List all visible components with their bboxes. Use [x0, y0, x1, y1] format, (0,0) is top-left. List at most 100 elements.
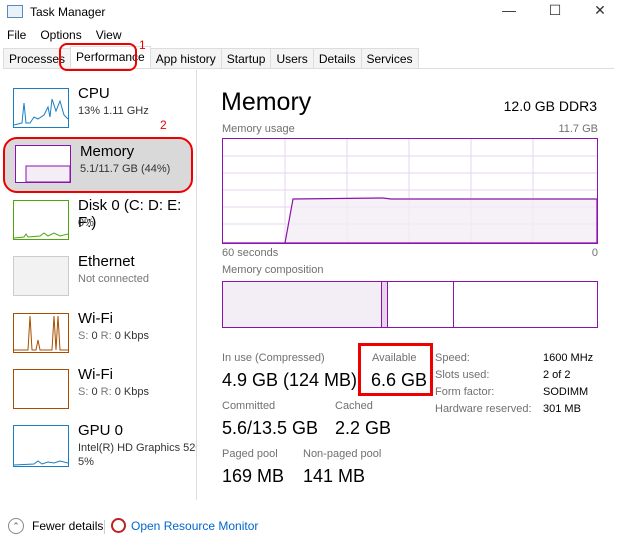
paged-pool-label: Paged pool: [222, 448, 278, 460]
resource-monitor-icon: [111, 518, 126, 533]
memory-thumbnail-graph: [15, 145, 71, 183]
disk-label: Disk 0 (C: D: E: F:): [78, 197, 182, 231]
gpu-label: GPU 0: [78, 422, 124, 439]
sidebar-item-wifi-1[interactable]: Wi-Fi S: 0 R: 0 Kbps: [0, 310, 196, 369]
wifi-thumbnail-graph: [13, 369, 69, 409]
ethernet-status: Not connected: [78, 273, 149, 285]
property-value: 1600 MHz: [543, 352, 594, 364]
property-key: Speed:: [435, 352, 470, 364]
menu-file[interactable]: File: [7, 28, 26, 42]
property-key: Form factor:: [435, 386, 495, 398]
in-use-label: In use (Compressed): [222, 352, 325, 364]
open-resource-monitor-label: Open Resource Monitor: [131, 518, 259, 533]
committed-label: Committed: [222, 400, 276, 412]
memory-value: 5.1/11.7 GB (44%): [80, 163, 171, 175]
tab-startup[interactable]: Startup: [220, 48, 272, 68]
close-button[interactable]: ✕: [585, 2, 615, 19]
composition-in-use: [223, 282, 382, 327]
tab-services[interactable]: Services: [360, 48, 419, 68]
cpu-value: 13% 1.11 GHz: [78, 105, 149, 117]
memory-spec: 12.0 GB DDR3: [503, 98, 597, 114]
available-value: 6.6 GB: [371, 370, 428, 390]
annotation-number-2: 2: [160, 118, 167, 132]
cpu-label: CPU: [78, 85, 110, 102]
property-row: Speed: 1600 MHz: [435, 352, 593, 369]
wifi-label: Wi-Fi: [78, 366, 113, 383]
memory-composition-bar: [222, 281, 598, 328]
ethernet-label: Ethernet: [78, 253, 135, 270]
fewer-details-button[interactable]: ⌃ Fewer details: [8, 518, 103, 534]
send-value: 0: [91, 386, 98, 398]
wifi-thumbnail-graph: [13, 313, 69, 353]
page-title: Memory: [221, 88, 312, 116]
receive-label: R:: [100, 386, 112, 398]
annotation-box-tab: [59, 43, 137, 71]
wifi-throughput: S: 0 R: 0 Kbps: [78, 330, 149, 342]
ethernet-thumbnail-graph: [13, 256, 69, 296]
footer-divider: [104, 520, 105, 534]
app-icon: [7, 5, 23, 18]
disk-thumbnail-graph: [13, 200, 69, 240]
in-use-value: 4.9 GB (124 MB): [222, 370, 358, 390]
receive-value: 0 Kbps: [114, 386, 149, 398]
receive-label: R:: [100, 330, 112, 342]
composition-label: Memory composition: [222, 264, 324, 276]
tab-details[interactable]: Details: [312, 48, 362, 68]
property-row: Form factor: SODIMM: [435, 386, 593, 403]
disk-value: 0%: [78, 217, 94, 229]
property-value: 2 of 2: [543, 369, 571, 381]
receive-value: 0 Kbps: [114, 330, 149, 342]
composition-standby: [388, 282, 454, 327]
property-row: Hardware reserved: 301 MB: [435, 403, 593, 420]
memory-usage-graph: [222, 138, 598, 244]
property-key: Hardware reserved:: [435, 403, 532, 415]
cpu-thumbnail-graph: [13, 88, 69, 128]
wifi-throughput: S: 0 R: 0 Kbps: [78, 386, 149, 398]
usage-label: Memory usage: [222, 123, 295, 135]
sidebar-item-gpu[interactable]: GPU 0 Intel(R) HD Graphics 520 5%: [0, 422, 196, 485]
property-value: SODIMM: [543, 386, 589, 398]
sidebar-item-disk[interactable]: Disk 0 (C: D: E: F:) 0%: [0, 197, 196, 256]
fewer-details-label: Fewer details: [32, 519, 104, 533]
open-resource-monitor-link[interactable]: Open Resource Monitor: [111, 518, 258, 533]
usage-max: 11.7 GB: [558, 123, 598, 135]
available-label: Available: [372, 352, 417, 364]
non-paged-pool-value: 141 MB: [303, 466, 366, 486]
menu-view[interactable]: View: [96, 28, 122, 42]
window-title: Task Manager: [30, 5, 106, 19]
send-value: 0: [91, 330, 98, 342]
committed-value: 5.6/13.5 GB: [222, 418, 319, 438]
property-key: Slots used:: [435, 369, 490, 381]
paged-pool-value: 169 MB: [222, 466, 285, 486]
sidebar-item-wifi-2[interactable]: Wi-Fi S: 0 R: 0 Kbps: [0, 366, 196, 425]
composition-free: [454, 282, 597, 327]
non-paged-pool-label: Non-paged pool: [303, 448, 382, 460]
sidebar: CPU 13% 1.11 GHz Memory 5.1/11.7 GB (44%…: [0, 70, 197, 500]
menu-options[interactable]: Options: [40, 28, 81, 42]
wifi-label: Wi-Fi: [78, 310, 113, 327]
send-label: S:: [78, 330, 89, 342]
tab-app-history[interactable]: App history: [149, 48, 222, 68]
property-row: Slots used: 2 of 2: [435, 369, 593, 386]
cached-label: Cached: [335, 400, 373, 412]
memory-properties: Speed: 1600 MHz Slots used: 2 of 2 Form fa…: [435, 352, 593, 420]
x-axis-right-label: 0: [591, 247, 598, 259]
send-label: S:: [78, 386, 89, 398]
maximize-button[interactable]: ☐: [540, 2, 570, 19]
memory-label: Memory: [80, 143, 135, 160]
cached-value: 2.2 GB: [335, 418, 392, 438]
gpu-model: Intel(R) HD Graphics 520: [78, 442, 196, 454]
x-axis-left-label: 60 seconds: [222, 247, 279, 259]
sidebar-item-cpu[interactable]: CPU 13% 1.11 GHz: [0, 85, 196, 144]
memory-usage-series: [223, 197, 597, 243]
minimize-button[interactable]: —: [494, 2, 524, 18]
menu-bar: File Options View: [7, 28, 122, 42]
gpu-value: 5%: [78, 456, 94, 468]
tab-users[interactable]: Users: [270, 48, 314, 68]
annotation-number-1: 1: [139, 38, 146, 52]
property-value: 301 MB: [543, 403, 581, 415]
sidebar-item-ethernet[interactable]: Ethernet Not connected: [0, 253, 196, 312]
sidebar-item-memory[interactable]: Memory 5.1/11.7 GB (44%): [3, 137, 193, 193]
chevron-up-icon: ⌃: [8, 518, 24, 534]
gpu-thumbnail-graph: [13, 425, 69, 467]
